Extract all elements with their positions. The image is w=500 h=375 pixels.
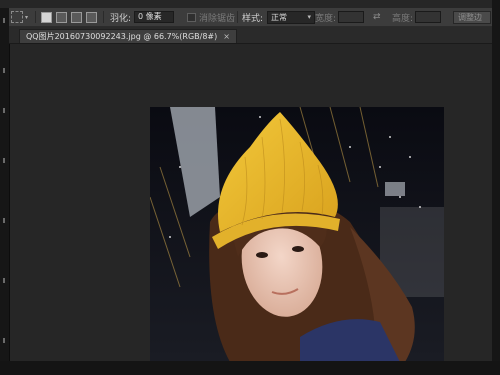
intersect-selection-icon [86,11,97,23]
refine-edge-label: 调整边 [453,10,491,24]
width-group: 宽度: [315,10,365,24]
swap-arrows-icon: ⇄ [373,12,381,22]
add-to-selection-button[interactable] [56,10,67,24]
style-select[interactable]: 正常 ▾ [267,10,316,24]
panel-grip [3,218,5,223]
subtract-selection-button[interactable] [71,10,82,24]
feather-input[interactable]: 0 像素 [134,11,175,23]
separator [237,11,238,23]
tools-panel-edge [0,8,10,375]
options-bar: ▾ 羽化: 0 像素 消除锯齿 样式: 正常 ▾ 宽度: ⇄ 高度: 调整边 [9,8,492,27]
anti-alias-checkbox[interactable] [187,12,196,22]
feather-group: 羽化: 0 像素 [110,10,175,24]
width-label: 宽度: [315,13,337,24]
anti-alias-label: 消除锯齿 [199,13,236,24]
height-input[interactable] [415,11,442,23]
separator [35,11,36,23]
swap-button[interactable]: ⇄ [373,10,381,24]
add-selection-icon [56,11,67,23]
panel-grip [3,278,5,283]
style-label: 样式: [242,13,264,24]
refine-edge-button[interactable]: 调整边 [453,10,491,24]
intersect-selection-button[interactable] [86,10,97,24]
panel-grip [3,338,5,343]
panel-grip [3,68,5,73]
panel-grip [3,158,5,163]
chevron-down-icon: ▾ [307,12,312,21]
close-icon[interactable]: × [223,32,230,41]
subtract-selection-icon [71,11,82,23]
document-image[interactable] [150,107,444,362]
document-tab-title: QQ图片20160730092243.jpg @ 66.7%(RGB/8#) [26,32,218,41]
marquee-tool-preset[interactable]: ▾ [11,10,28,24]
window-right-edge [492,0,500,375]
new-selection-button[interactable] [41,10,52,24]
separator [103,11,104,23]
marquee-icon [11,11,23,23]
panel-grip [3,18,5,23]
anti-alias-group[interactable]: 消除锯齿 [187,10,235,24]
panel-grip [3,108,5,113]
height-group: 高度: [392,10,442,24]
feather-label: 羽化: [110,13,132,24]
photo-illustration [150,107,444,362]
chevron-down-icon: ▾ [25,13,29,21]
style-select-value: 正常 [271,12,288,22]
new-selection-icon [41,11,52,23]
document-tab[interactable]: QQ图片20160730092243.jpg @ 66.7%(RGB/8#) × [19,29,237,43]
height-label: 高度: [392,13,414,24]
style-group: 样式: 正常 ▾ [242,10,316,24]
photoshop-window: ▾ 羽化: 0 像素 消除锯齿 样式: 正常 ▾ 宽度: ⇄ 高度: 调整边 Q… [0,0,500,375]
document-tab-bar: QQ图片20160730092243.jpg @ 66.7%(RGB/8#) × [9,27,492,44]
width-input[interactable] [338,11,365,23]
status-bar [0,361,500,375]
